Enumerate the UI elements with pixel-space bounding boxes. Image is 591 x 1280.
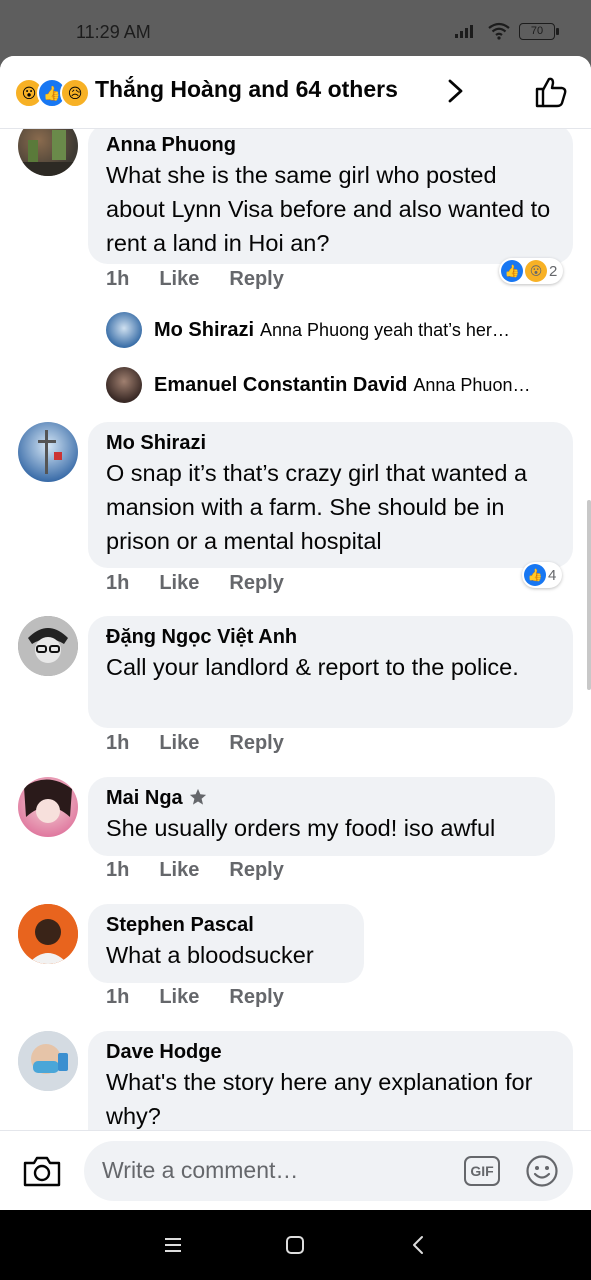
reply-button[interactable]: Reply [229,859,283,882]
avatar[interactable] [18,777,78,837]
comment-actions: 1h Like Reply [106,572,284,595]
comment-composer: Write a comment… GIF [0,1130,591,1210]
comment-time: 1h [106,572,130,594]
like-button[interactable]: Like [159,732,199,755]
home-icon[interactable] [283,1233,307,1257]
comment-bubble[interactable]: Dave Hodge What's the story here any exp… [88,1031,573,1130]
avatar[interactable] [18,904,78,964]
like-thumb-icon[interactable] [533,74,569,110]
reaction-icons: 😮 👍 😥 [14,78,90,108]
status-icons: 70 [455,22,559,40]
comment-author[interactable]: Dave Hodge [106,1039,555,1065]
reactions-summary[interactable]: Thắng Hoàng and 64 others [95,76,398,103]
status-time: 11:29 AM [76,22,151,42]
comment-text: Call your landlord & report to the polic… [106,654,519,680]
avatar[interactable] [18,1031,78,1091]
menu-icon[interactable] [161,1233,185,1257]
reaction-count-badge[interactable]: 👍 4 [522,562,563,588]
comment-text: What's the story here any explanation fo… [106,1069,533,1129]
signal-icon [455,25,473,38]
chevron-right-icon[interactable] [444,76,468,106]
reaction-count: 4 [548,566,557,584]
top-fan-badge-icon [189,788,206,805]
comment-placeholder: Write a comment… [102,1157,299,1183]
comment-author[interactable]: Stephen Pascal [106,912,346,938]
comment-time: 1h [106,986,130,1008]
comment-actions: 1h Like Reply [106,986,284,1009]
reply-text: Anna Phuong yeah that’s her… [260,319,510,340]
reply-button[interactable]: Reply [229,268,283,291]
comment-author[interactable]: Anna Phuong [106,132,555,158]
reply-button[interactable]: Reply [229,732,283,755]
wow-reaction-icon: 😮 [525,260,547,282]
reply-text: Anna Phuon… [413,374,531,395]
reply-preview[interactable]: Emanuel Constantin David Anna Phuon… [106,367,576,403]
reply-author[interactable]: Mo Shirazi [154,319,254,342]
comment-actions: 1h Like Reply [106,859,284,882]
comment-bubble[interactable]: Stephen Pascal What a bloodsucker [88,904,364,983]
battery-icon: 70 [519,22,559,40]
avatar[interactable] [18,616,78,676]
reply-preview[interactable]: Mo Shirazi Anna Phuong yeah that’s her… [106,312,576,348]
comment-input[interactable]: Write a comment… GIF [84,1141,573,1201]
comment-author[interactable]: Đặng Ngọc Việt Anh [106,624,555,650]
like-button[interactable]: Like [159,859,199,882]
reply-button[interactable]: Reply [229,572,283,595]
comment-actions: 1h Like Reply [106,268,284,291]
scrollbar[interactable] [587,500,591,690]
like-reaction-icon: 👍 [524,564,546,586]
comment-time: 1h [106,268,130,290]
comment-author[interactable]: Mai Nga [106,785,537,811]
system-nav-bar [0,1210,591,1280]
like-button[interactable]: Like [159,572,199,595]
comment-time: 1h [106,859,130,881]
comment-bubble[interactable]: Đặng Ngọc Việt Anh Call your landlord & … [88,616,573,728]
emoji-icon[interactable] [525,1154,559,1188]
camera-icon[interactable] [22,1153,62,1189]
comments-sheet: 😮 👍 😥 Thắng Hoàng and 64 others Anna Phu… [0,56,591,1210]
reactions-header[interactable]: 😮 👍 😥 Thắng Hoàng and 64 others [0,56,591,129]
reaction-count-badge[interactable]: 👍 😮 2 [499,258,564,284]
avatar[interactable] [106,312,142,348]
comment-bubble[interactable]: Mai Nga She usually orders my food! iso … [88,777,555,856]
comment-bubble[interactable]: Mo Shirazi O snap it’s that’s crazy girl… [88,422,573,568]
comment-text: O snap it’s that’s crazy girl that wante… [106,460,528,554]
back-icon[interactable] [407,1233,431,1257]
like-reaction-icon: 👍 [501,260,523,282]
comment-text: She usually orders my food! iso awful [106,815,496,841]
like-button[interactable]: Like [159,986,199,1009]
reply-button[interactable]: Reply [229,986,283,1009]
reaction-count: 2 [549,262,558,280]
sad-reaction-icon: 😥 [60,78,90,108]
comment-text: What a bloodsucker [106,942,314,968]
comment-bubble[interactable]: Anna Phuong What she is the same girl wh… [88,128,573,264]
comment-time: 1h [106,732,130,754]
status-bar: 11:29 AM 70 [0,0,591,56]
reply-author[interactable]: Emanuel Constantin David [154,374,407,397]
comment-author[interactable]: Mo Shirazi [106,430,555,456]
comment-text: What she is the same girl who posted abo… [106,162,551,256]
like-button[interactable]: Like [159,268,199,291]
comment-actions: 1h Like Reply [106,732,284,755]
gif-button[interactable]: GIF [464,1156,500,1186]
wifi-icon [488,22,510,40]
avatar[interactable] [18,422,78,482]
avatar[interactable] [106,367,142,403]
comments-list[interactable]: Anna Phuong What she is the same girl wh… [0,128,591,1130]
avatar[interactable] [18,128,78,176]
